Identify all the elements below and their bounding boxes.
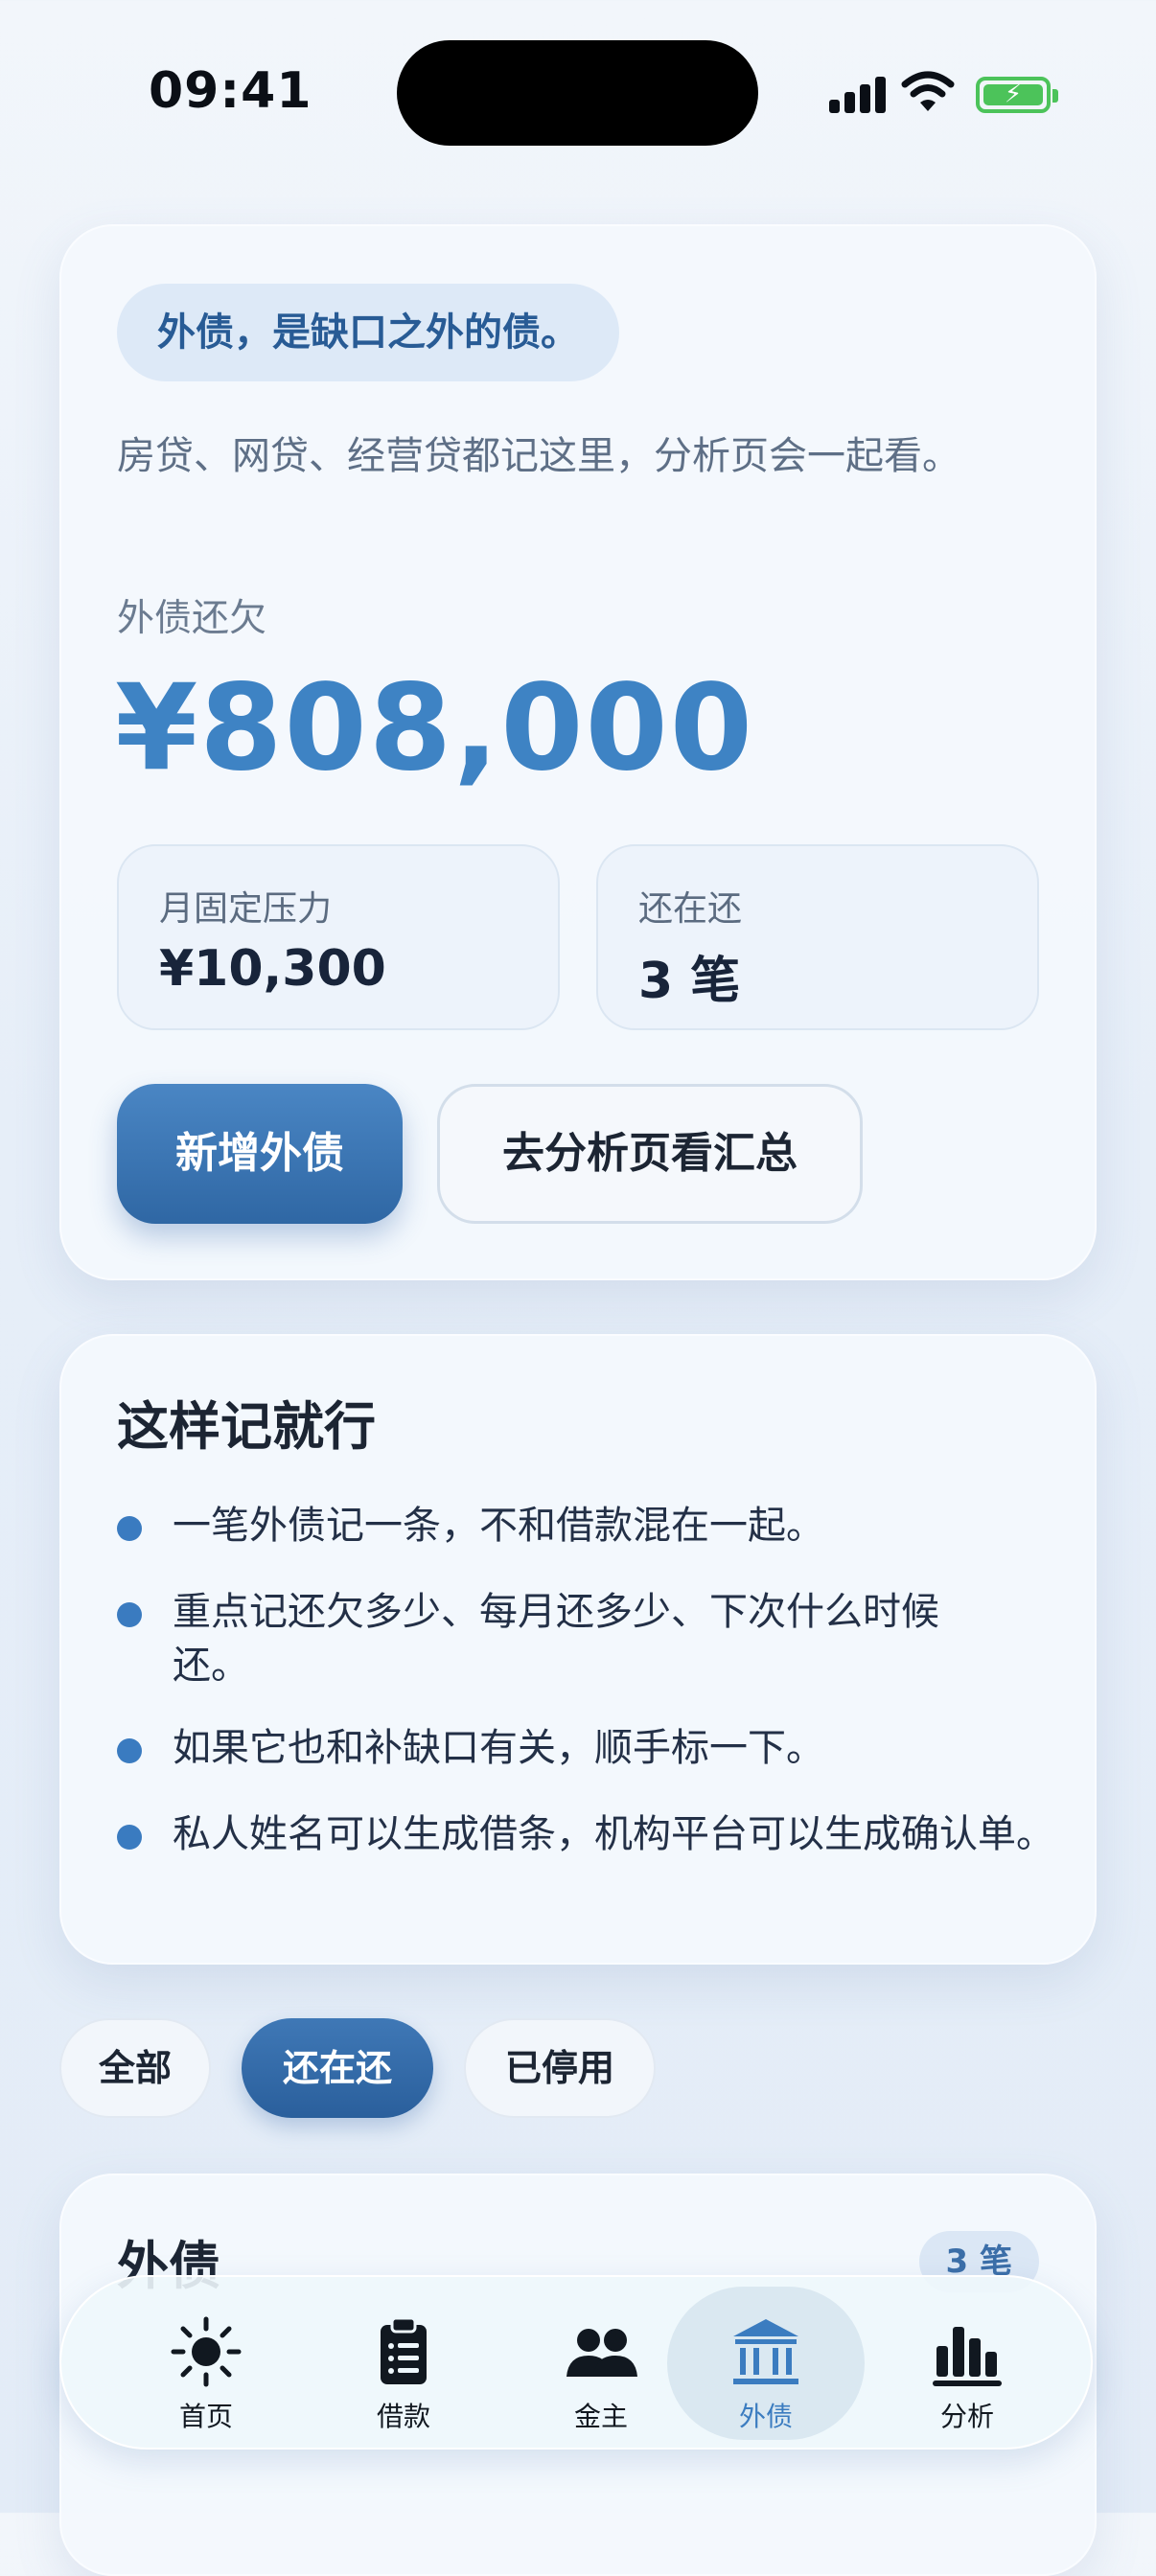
stat-value: 3 笔 [638,953,741,1010]
tab-home[interactable]: 首页 [107,2287,305,2440]
tab-label: 分析 [939,2401,994,2432]
tips-title: 这样记就行 [117,1396,376,1457]
bullet-dot [117,1602,142,1627]
stat-label: 还在还 [638,889,743,929]
tab-loans[interactable]: 借款 [305,2287,502,2440]
bank-icon [733,2319,798,2384]
go-to-analysis-button[interactable]: 去分析页看汇总 [437,1084,863,1224]
wifi-icon [901,71,955,111]
dynamic-island [397,40,758,146]
status-time: 09:41 [149,62,312,120]
tab-label: 首页 [178,2401,233,2432]
bullet-dot [117,1825,142,1850]
people-icon [566,2329,637,2377]
charging-bolt-icon: ⚡ [1004,80,1023,109]
status-bar: 09:41 ⚡ [0,0,1156,182]
tab-bar: 首页 借款 金主 外债 分析 [59,2275,1093,2450]
tip-text: 重点记还欠多少、每月还多少、下次什么时候还。 [173,1590,939,1688]
bar-chart-icon [933,2327,1002,2386]
active-count-stat: 还在还 3 笔 [596,844,1039,1030]
tips-card: 这样记就行 一笔外债记一条，不和借款混在一起。 重点记还欠多少、每月还多少、下次… [59,1334,1097,1965]
cellular-signal-icon [829,75,887,113]
tab-external-debt[interactable]: 外债 [667,2287,865,2440]
battery-icon: ⚡ [976,77,1058,113]
filter-active[interactable]: 还在还 [242,2018,433,2118]
tab-label: 外债 [738,2401,793,2432]
tab-label: 借款 [376,2401,430,2432]
debt-summary-card: 外债，是缺口之外的债。 房贷、网贷、经营贷都记这里，分析页会一起看。 外债还欠 … [59,224,1097,1280]
filter-all[interactable]: 全部 [59,2018,211,2118]
outstanding-amount: ¥808,000 [115,659,755,797]
bullet-dot [117,1516,142,1541]
stat-value: ¥10,300 [159,940,386,998]
summary-description: 房贷、网贷、经营贷都记这里，分析页会一起看。 [117,434,960,478]
tagline-chip: 外债，是缺口之外的债。 [117,284,619,381]
sun-icon [171,2316,242,2387]
clipboard-icon [381,2316,427,2384]
tab-analysis[interactable]: 分析 [868,2287,1066,2440]
stat-label: 月固定压力 [159,889,333,929]
bullet-dot [117,1738,142,1763]
outstanding-label: 外债还欠 [117,597,267,640]
add-debt-button[interactable]: 新增外债 [117,1084,403,1224]
tip-text: 私人姓名可以生成借条，机构平台可以生成确认单。 [173,1812,1054,1856]
filter-disabled[interactable]: 已停用 [464,2018,656,2118]
monthly-pressure-stat: 月固定压力 ¥10,300 [117,844,560,1030]
tip-text: 一笔外债记一条，不和借款混在一起。 [173,1504,824,1548]
tip-text: 如果它也和补缺口有关，顺手标一下。 [173,1726,824,1770]
